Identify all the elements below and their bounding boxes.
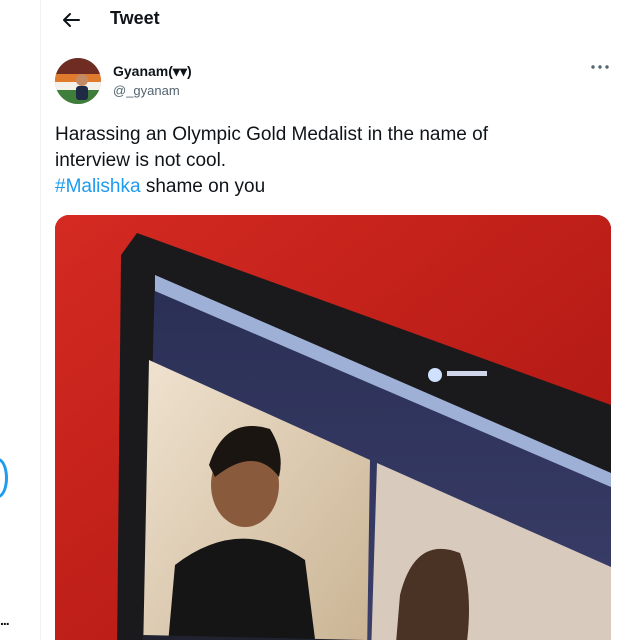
tweet-media[interactable]: [55, 215, 611, 640]
tweet-text-line: #Malishka shame on you: [55, 174, 615, 200]
hashtag-link[interactable]: #Malishka: [55, 176, 141, 197]
sidebar-more-dots[interactable]: ...: [0, 612, 10, 628]
page-title: Tweet: [110, 8, 160, 28]
tweet-text-tail: shame on you: [140, 176, 266, 197]
tweet-card: Gyanam(▾▾) @_gyanam Harassing an Olympic…: [41, 46, 640, 640]
tweet-text: Harassing an Olympic Gold Medalist in th…: [55, 122, 615, 200]
display-name[interactable]: Gyanam(▾▾): [113, 63, 192, 80]
more-horizontal-icon[interactable]: [589, 60, 611, 72]
tweet-page: ... Tweet Gyanam(▾▾) @_gyanam Harassing …: [0, 0, 640, 640]
tweet-header: Tweet: [41, 0, 640, 47]
sidebar-active-indicator[interactable]: [0, 458, 8, 498]
arrow-left-icon[interactable]: [59, 9, 83, 31]
avatar[interactable]: [55, 58, 101, 104]
tweet-text-line: interview is not cool.: [55, 150, 227, 171]
tweet-text-line: Harassing an Olympic Gold Medalist in th…: [55, 124, 488, 145]
user-handle[interactable]: @_gyanam: [113, 83, 180, 98]
left-sidebar-edge: ...: [0, 0, 41, 640]
